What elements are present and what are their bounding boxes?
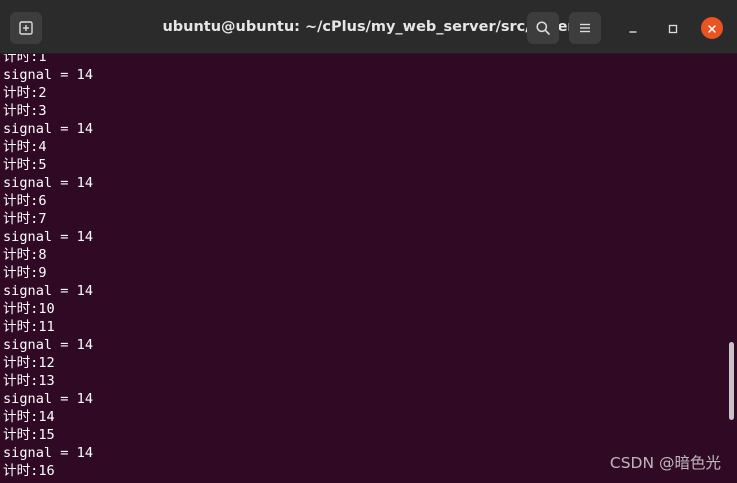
terminal-line: 计时:16 [3,463,55,479]
scrollbar-thumb[interactable] [729,342,734,420]
terminal-line: 计时:7 [3,211,47,227]
hamburger-menu-icon [578,21,592,35]
terminal-line: signal = 14 [3,337,94,353]
terminal-output[interactable]: 计时:1 signal = 14 计时:2 计时:3 signal = 14 计时:4 计时… [3,54,723,483]
terminal-line: 计时:10 [3,301,55,317]
terminal-line: 计时:8 [3,247,47,263]
terminal-line: 计时:14 [3,409,55,425]
terminal-line: 计时:13 [3,373,55,389]
close-button[interactable] [701,17,723,39]
minimize-button[interactable] [622,17,644,39]
terminal-line: signal = 14 [3,283,94,299]
terminal-line: 计时:5 [3,157,47,173]
terminal-line: 计时:6 [3,193,47,209]
terminal-lines: 计时:1 signal = 14 计时:2 计时:3 signal = 14 计时:4 计时… [3,54,93,480]
terminal-line: 计时:9 [3,265,47,281]
watermark: CSDN @暗色光 [609,454,721,472]
terminal-line: 计时:2 [3,85,47,101]
terminal-line: signal = 14 [3,121,94,137]
terminal-line: 计时:11 [3,319,55,335]
new-tab-button[interactable] [10,12,42,44]
terminal-window: ubuntu@ubuntu: ~/cPlus/my_web_server/src… [0,0,737,483]
terminal-line: signal = 14 [3,175,94,191]
new-tab-icon [18,20,34,36]
terminal-line: signal = 14 [3,391,94,407]
title-bar[interactable]: ubuntu@ubuntu: ~/cPlus/my_web_server/src… [0,0,737,54]
terminal-line: signal = 14 [3,67,94,83]
terminal-line: 计时:12 [3,355,55,371]
search-icon [535,20,551,36]
close-icon [707,19,717,38]
maximize-button[interactable] [662,17,684,39]
terminal-line: 计时:15 [3,427,55,443]
terminal-line: 计时:4 [3,139,47,155]
minimize-icon [628,19,638,38]
menu-button[interactable] [569,12,601,44]
terminal-line: 计时:1 [3,54,47,65]
search-button[interactable] [527,12,559,44]
terminal-line: signal = 14 [3,445,94,461]
terminal-line: signal = 14 [3,229,94,245]
maximize-icon [668,19,678,38]
terminal-line: 计时:3 [3,103,47,119]
